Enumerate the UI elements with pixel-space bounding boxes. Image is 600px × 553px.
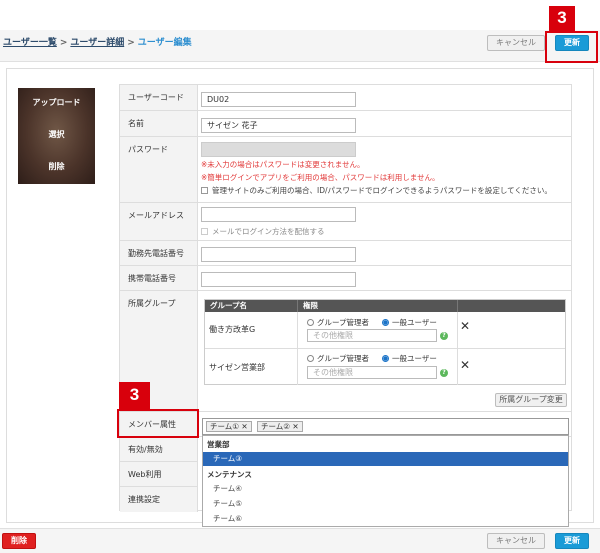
- photo-delete-button[interactable]: 削除: [18, 161, 95, 172]
- annotation-highlight-box: [117, 409, 199, 438]
- email-checkbox-row: メールでログイン方法を配信する: [201, 226, 325, 237]
- password-checkbox-row[interactable]: 管理サイトのみご利用の場合、ID/パスワードでログインできるようパスワードを設定…: [201, 185, 552, 196]
- password-checkbox[interactable]: [201, 187, 208, 194]
- dropdown-group-label: 営業部: [207, 440, 230, 449]
- dropdown-option[interactable]: チーム⑤: [203, 497, 568, 511]
- tag-remove-icon[interactable]: ✕: [241, 422, 247, 431]
- breadcrumb-current: ユーザー編集: [137, 38, 192, 48]
- group-2-role-admin[interactable]: グループ管理者: [307, 353, 369, 364]
- label-user-code: ユーザーコード: [120, 85, 198, 111]
- groups-col-role: 権限: [297, 300, 457, 312]
- change-groups-button[interactable]: 所属グループ変更: [495, 393, 567, 407]
- name-input[interactable]: サイゼン 花子: [201, 118, 356, 133]
- top-toolbar: ユーザー一覧 > ユーザー詳細 > ユーザー編集 キャンセル 更新: [0, 30, 600, 62]
- dropdown-group-label: メンテナンス: [207, 470, 252, 479]
- label-email: メールアドレス: [120, 203, 198, 241]
- dropdown-option[interactable]: チーム④: [203, 482, 568, 496]
- breadcrumb-user-detail[interactable]: ユーザー詳細: [70, 38, 124, 48]
- group-1-role-admin[interactable]: グループ管理者: [307, 317, 369, 328]
- email-input[interactable]: [201, 207, 356, 222]
- group-2-other-role-input[interactable]: その他権限: [307, 366, 437, 379]
- label-password: パスワード: [120, 137, 198, 203]
- password-note-2: ※簡単ログインでアプリをご利用の場合、パスワードは利用しません。: [201, 173, 440, 182]
- member-attr-tag[interactable]: チーム② ✕: [257, 421, 303, 432]
- delete-button[interactable]: 削除: [2, 533, 36, 549]
- label-name: 名前: [120, 111, 198, 137]
- password-input[interactable]: [201, 142, 356, 157]
- user-photo: アップロード 選択 削除: [18, 88, 95, 184]
- photo-upload-button[interactable]: アップロード: [18, 97, 95, 108]
- footer-update-button[interactable]: 更新: [555, 533, 589, 549]
- password-note-1: ※未入力の場合はパスワードは変更されません。: [201, 160, 365, 169]
- group-name-2: サイゼン営業部: [209, 363, 265, 372]
- group-1-remove-icon[interactable]: ✕: [460, 319, 470, 333]
- help-icon[interactable]: ?: [440, 332, 448, 340]
- work-phone-input[interactable]: [201, 247, 356, 262]
- label-web-use: Web利用: [120, 462, 198, 487]
- dropdown-option[interactable]: チーム③: [203, 452, 568, 466]
- breadcrumb-separator: >: [127, 38, 135, 48]
- help-icon[interactable]: ?: [440, 369, 448, 377]
- dropdown-option[interactable]: チーム⑥: [203, 512, 568, 526]
- annotation-number: 3: [119, 382, 150, 409]
- label-integration: 連携設定: [120, 487, 198, 512]
- group-2-remove-icon[interactable]: ✕: [460, 358, 470, 372]
- member-attr-tag[interactable]: チーム① ✕: [206, 421, 252, 432]
- footer-cancel-button[interactable]: キャンセル: [487, 533, 545, 549]
- tag-remove-icon[interactable]: ✕: [292, 422, 298, 431]
- group-1-other-role-input[interactable]: その他権限: [307, 329, 437, 342]
- breadcrumb: ユーザー一覧 > ユーザー詳細 > ユーザー編集: [3, 35, 192, 48]
- label-work-phone: 勤務先電話番号: [120, 241, 198, 266]
- bottom-toolbar: 削除 キャンセル 更新: [0, 528, 600, 553]
- mobile-phone-input[interactable]: [201, 272, 356, 287]
- label-mobile-phone: 携帯電話番号: [120, 266, 198, 291]
- user-code-input[interactable]: DU02: [201, 92, 356, 107]
- group-2-role-general[interactable]: 一般ユーザー: [382, 353, 437, 364]
- group-name-1: 働き方改革G: [209, 325, 256, 334]
- label-validity: 有効/無効: [120, 437, 198, 462]
- group-1-role-general[interactable]: 一般ユーザー: [382, 317, 437, 328]
- annotation-number: 3: [549, 6, 575, 31]
- breadcrumb-separator: >: [59, 38, 68, 48]
- header-cancel-button[interactable]: キャンセル: [487, 35, 545, 51]
- member-attr-dropdown: 営業部 チーム③ メンテナンス チーム④ チーム⑤ チーム⑥: [202, 435, 569, 527]
- password-checkbox-label: 管理サイトのみご利用の場合、ID/パスワードでログインできるようパスワードを設定…: [212, 186, 552, 195]
- photo-select-button[interactable]: 選択: [18, 129, 95, 140]
- breadcrumb-users-list[interactable]: ユーザー一覧: [3, 38, 57, 48]
- email-checkbox-label: メールでログイン方法を配信する: [212, 227, 325, 236]
- groups-col-name: グループ名: [205, 300, 297, 312]
- email-checkbox: [201, 228, 208, 235]
- member-attr-select[interactable]: チーム① ✕ チーム② ✕: [202, 418, 569, 435]
- annotation-highlight-box: [545, 31, 598, 63]
